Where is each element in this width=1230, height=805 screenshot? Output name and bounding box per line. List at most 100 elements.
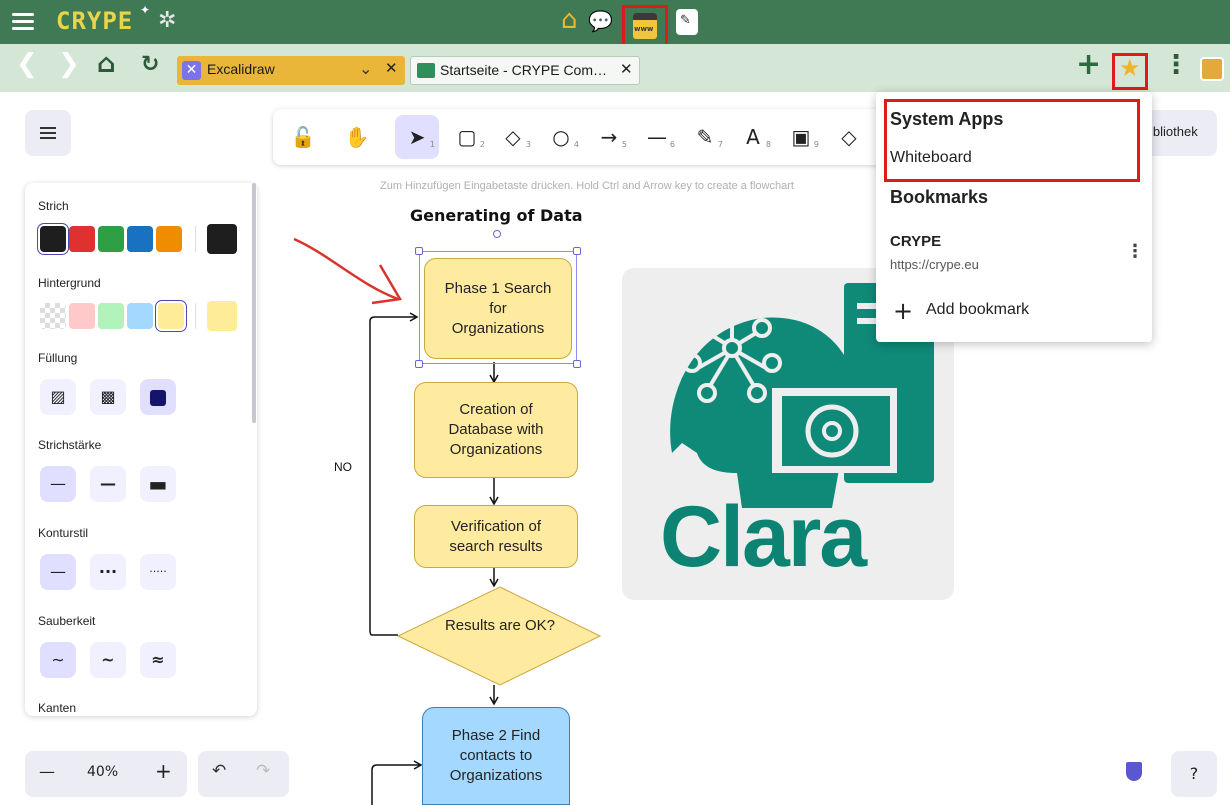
- background-label: Hintergrund: [38, 276, 101, 290]
- text-tool[interactable]: A8: [731, 115, 775, 159]
- creation-box[interactable]: Creation of Database with Organizations: [414, 382, 578, 478]
- eraser-tool[interactable]: ◇: [827, 115, 871, 159]
- reload-icon[interactable]: ↻: [141, 52, 159, 77]
- zoom-level[interactable]: 40%: [87, 764, 118, 780]
- stroke-color-orange[interactable]: [156, 226, 182, 252]
- bg-color-pink[interactable]: [69, 303, 95, 329]
- flowchart-title: Generating of Data: [410, 206, 583, 225]
- tab-label: Startseite - CRYPE Com…: [440, 62, 608, 78]
- undo-icon[interactable]: ↶: [212, 761, 226, 781]
- more-vertical-icon[interactable]: ⋮: [1126, 241, 1144, 262]
- edges-label: Kanten: [38, 701, 77, 715]
- excalidraw-icon: ✕: [182, 61, 201, 80]
- expand-icon[interactable]: [1200, 57, 1224, 81]
- stroke-width-label: Strichstärke: [38, 438, 102, 452]
- stroke-style-solid[interactable]: —: [40, 554, 76, 590]
- stroke-style-dashed[interactable]: ···: [90, 554, 126, 590]
- hand-icon[interactable]: ✋: [335, 115, 379, 159]
- resize-handle[interactable]: [415, 247, 423, 255]
- sparkle-icon: ✦: [140, 3, 151, 17]
- stroke-color-blue[interactable]: [127, 226, 153, 252]
- stroke-style-label: Konturstil: [38, 526, 89, 540]
- crype-logo: CRYPE: [56, 7, 134, 35]
- chat-icon[interactable]: 💬: [588, 9, 613, 33]
- bg-color-blue[interactable]: [127, 303, 153, 329]
- close-icon[interactable]: ✕: [385, 59, 398, 77]
- draw-tool[interactable]: ✎ 7: [683, 115, 727, 159]
- resize-handle[interactable]: [573, 247, 581, 255]
- rectangle-tool[interactable]: ▢ 2: [445, 115, 489, 159]
- shield-icon[interactable]: [1126, 762, 1142, 781]
- stroke-color-black[interactable]: [40, 226, 66, 252]
- system-apps-highlight: [884, 99, 1140, 182]
- fill-hachure-icon[interactable]: ▨: [40, 379, 76, 415]
- browser-app-button[interactable]: www: [622, 5, 668, 49]
- bg-color-yellow[interactable]: [158, 303, 184, 329]
- fill-crosshatch-icon[interactable]: ▩: [90, 379, 126, 415]
- forward-icon[interactable]: ❯: [58, 49, 80, 79]
- selection-tool[interactable]: ➤ 1: [395, 115, 439, 159]
- fill-solid-icon[interactable]: [140, 379, 176, 415]
- panel-scrollbar[interactable]: [252, 183, 256, 423]
- stroke-color-green[interactable]: [98, 226, 124, 252]
- sloppiness-architect[interactable]: ∼: [40, 642, 76, 678]
- stroke-width-bold[interactable]: —: [90, 466, 126, 502]
- shapes-toolbar: 🔓 ✋ ➤ 1 ▢ 2 ◇ 3 ○ 4 → 5 —6 ✎ 7 A8 ▣ 9 ◇: [273, 109, 893, 165]
- app-top-bar: CRYPE ✦ ✲ ⌂ 💬 www ✎: [0, 0, 1230, 49]
- arrow-tool[interactable]: → 5: [587, 115, 631, 159]
- add-bookmark-item[interactable]: Add bookmark: [926, 301, 1029, 319]
- bookmark-url: https://crype.eu: [890, 257, 979, 272]
- zoom-out-icon[interactable]: —: [39, 762, 55, 781]
- more-vertical-icon[interactable]: ⋮: [1163, 50, 1189, 80]
- bookmark-name[interactable]: CRYPE: [890, 233, 941, 250]
- close-icon[interactable]: ✕: [620, 60, 633, 78]
- tab-startseite[interactable]: Startseite - CRYPE Com… ✕: [410, 56, 640, 85]
- bg-color-current[interactable]: [207, 301, 237, 331]
- stroke-width-extra-bold[interactable]: ▬: [140, 466, 176, 502]
- menu-icon[interactable]: [10, 9, 36, 35]
- history-controls: ↶ ↷: [198, 751, 289, 797]
- image-tool[interactable]: ▣ 9: [779, 115, 823, 159]
- resize-handle[interactable]: [415, 360, 423, 368]
- home-nav-icon[interactable]: ⌂: [97, 49, 116, 79]
- bg-color-transparent[interactable]: [40, 303, 66, 329]
- help-icon[interactable]: ?: [1171, 751, 1217, 797]
- verification-box[interactable]: Verification of search results: [414, 505, 578, 568]
- line-tool[interactable]: —6: [635, 115, 679, 159]
- resize-handle[interactable]: [573, 360, 581, 368]
- sloppiness-label: Sauberkeit: [38, 614, 96, 628]
- www-icon: www: [633, 13, 657, 39]
- star-icon: ★: [1119, 54, 1141, 82]
- divider: [195, 226, 196, 252]
- sloppiness-artist[interactable]: ∼: [90, 642, 126, 678]
- edit-icon[interactable]: ✎: [676, 9, 698, 35]
- rotate-handle[interactable]: [493, 230, 501, 238]
- diamond-tool[interactable]: ◇ 3: [491, 115, 535, 159]
- browser-tab-bar: ❮ ❯ ⌂ ↻ ✕ Excalidraw ⌄ ✕ Startseite - CR…: [0, 44, 1230, 92]
- phase1-box[interactable]: Phase 1 Search for Organizations: [424, 258, 572, 359]
- ellipse-tool[interactable]: ○ 4: [539, 115, 583, 159]
- stroke-color-current[interactable]: [207, 224, 237, 254]
- tab-excalidraw[interactable]: ✕ Excalidraw ⌄ ✕: [177, 56, 405, 85]
- sloppiness-cartoonist[interactable]: ≈: [140, 642, 176, 678]
- plus-icon[interactable]: +: [893, 297, 913, 325]
- chevron-down-icon[interactable]: ⌄: [359, 59, 372, 78]
- stroke-label: Strich: [38, 199, 69, 213]
- bg-color-green[interactable]: [98, 303, 124, 329]
- stroke-width-thin[interactable]: —: [40, 466, 76, 502]
- gear-icon[interactable]: ✲: [158, 8, 176, 33]
- redo-icon[interactable]: ↷: [256, 761, 270, 781]
- back-icon[interactable]: ❮: [16, 49, 38, 79]
- home-icon[interactable]: ⌂: [561, 5, 578, 35]
- divider: [195, 303, 196, 329]
- clara-logo-text: Clara: [660, 489, 867, 585]
- phase2-box[interactable]: Phase 2 Find contacts to Organizations: [422, 707, 570, 805]
- bookmarks-button[interactable]: ★: [1112, 53, 1148, 90]
- stroke-color-red[interactable]: [69, 226, 95, 252]
- add-tab-icon[interactable]: +: [1076, 47, 1101, 82]
- main-menu-button[interactable]: [25, 110, 71, 156]
- zoom-in-icon[interactable]: +: [155, 759, 172, 783]
- lock-icon[interactable]: 🔓: [281, 115, 325, 159]
- stroke-style-dotted[interactable]: ·····: [140, 554, 176, 590]
- zoom-controls: — 40% +: [25, 751, 187, 797]
